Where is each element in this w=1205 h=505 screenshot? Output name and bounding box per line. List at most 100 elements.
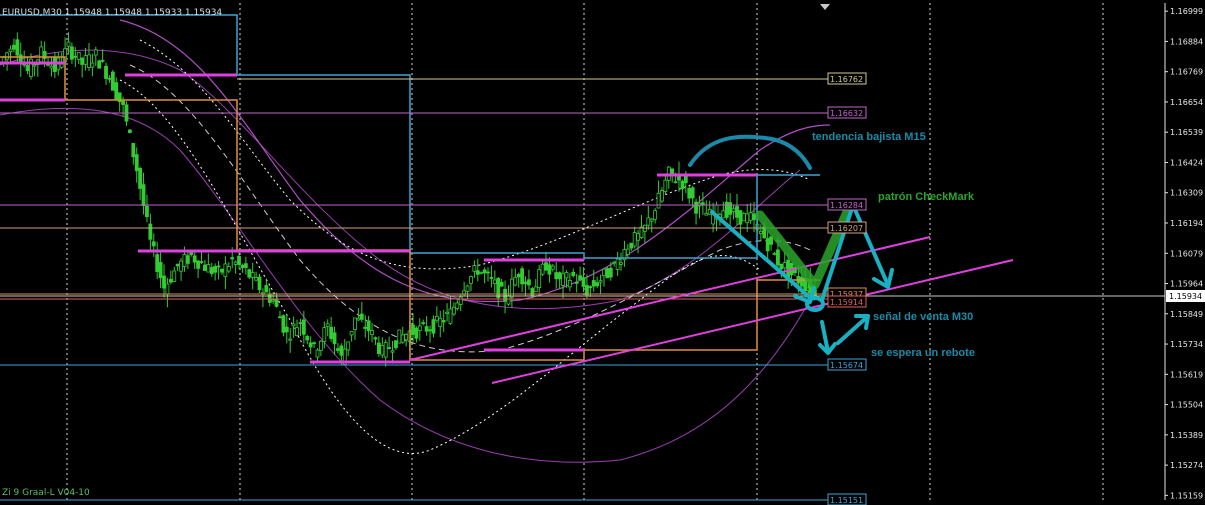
candle-body: [557, 272, 562, 280]
candle-body: [687, 188, 692, 199]
candle-body: [52, 57, 57, 72]
candle-body: [533, 286, 538, 292]
candle-body: [452, 306, 456, 315]
candle-body: [745, 213, 750, 224]
y-tick-label: 1.16539: [1170, 128, 1203, 137]
candle-body: [329, 326, 334, 339]
candle-body: [209, 267, 214, 274]
candle-body: [288, 338, 293, 341]
candle-body: [441, 320, 446, 323]
candle-body: [206, 264, 211, 273]
y-tick-label: 1.16309: [1170, 189, 1203, 198]
candle-body: [799, 276, 804, 287]
candle-body: [240, 264, 245, 269]
candle-body: [264, 285, 269, 293]
candle-body: [731, 208, 736, 213]
candle-body: [66, 41, 71, 47]
candle-body: [414, 327, 419, 339]
candle-body: [148, 223, 153, 240]
y-tick-label: 1.16884: [1170, 37, 1203, 46]
candle-body: [107, 77, 112, 80]
candle-body: [588, 286, 593, 289]
candle-body: [394, 340, 398, 349]
candle-body: [571, 271, 576, 276]
candle-body: [458, 296, 463, 306]
candle-body: [482, 269, 487, 274]
candle-body: [73, 55, 78, 58]
candle-body: [758, 230, 763, 234]
candle-body: [257, 276, 262, 291]
y-tick-label: 1.15159: [1170, 491, 1203, 500]
candle-body: [479, 271, 484, 274]
candle-body: [90, 62, 95, 68]
y-tick-label: 1.16769: [1170, 68, 1203, 77]
candle-body: [506, 295, 511, 305]
candle-body: [226, 266, 231, 272]
candle-body: [411, 324, 415, 335]
candle-body: [428, 329, 432, 332]
candle-body: [752, 213, 756, 221]
candle-body: [301, 319, 306, 335]
candle-body: [5, 52, 10, 60]
candle-body: [110, 71, 115, 91]
candle-body: [465, 285, 470, 292]
candle-body: [243, 263, 248, 268]
candle-body: [567, 280, 572, 288]
candle-body: [199, 261, 204, 264]
candle-body: [612, 261, 617, 264]
price-chart: 1.167621.166321.162841.162071.159371.159…: [0, 0, 1205, 505]
candle-body: [690, 187, 695, 199]
candle-body: [765, 238, 770, 252]
y-tick-label: 1.15504: [1170, 401, 1203, 410]
candle-body: [196, 260, 201, 269]
candle-body: [254, 277, 258, 281]
candle-body: [356, 317, 361, 321]
candle-body: [492, 279, 497, 284]
candle-body: [383, 342, 388, 358]
level-label: 1.15674: [830, 361, 863, 370]
candle-body: [291, 323, 296, 327]
candle-body: [537, 269, 542, 288]
candle-body: [741, 213, 746, 222]
y-tick-label: 1.15389: [1170, 431, 1203, 440]
candle-body: [646, 217, 651, 226]
candle-body: [486, 271, 490, 274]
candle-body: [121, 100, 125, 105]
candle-body: [274, 298, 279, 307]
candle-body: [182, 254, 187, 267]
candle-body: [165, 283, 170, 295]
candle-body: [421, 322, 426, 324]
candle-body: [636, 233, 640, 241]
candle-body: [332, 332, 337, 344]
candle-body: [400, 334, 405, 343]
candle-body: [76, 51, 81, 60]
candle-body: [271, 299, 276, 302]
y-tick-label: 1.16194: [1170, 219, 1203, 228]
candle-body: [564, 272, 569, 279]
candle-body: [32, 64, 37, 67]
candle-body: [591, 280, 596, 287]
level-label: 1.15151: [830, 496, 863, 505]
candle-body: [769, 236, 773, 245]
candle-body: [322, 327, 327, 342]
candle-body: [349, 331, 354, 336]
candle-body: [325, 323, 330, 327]
candle-body: [547, 264, 552, 275]
candle-body: [455, 302, 460, 309]
candle-body: [247, 269, 252, 278]
candle-body: [598, 280, 603, 283]
candle-body: [608, 267, 613, 278]
candle-body: [376, 342, 381, 354]
candle-body: [284, 326, 289, 333]
candle-body: [680, 180, 685, 190]
candle-body: [632, 232, 637, 247]
level-label: 1.16632: [830, 109, 863, 118]
candle-body: [131, 143, 136, 158]
candle-body: [93, 49, 98, 56]
candle-body: [404, 333, 409, 341]
candle-body: [346, 341, 351, 351]
candle-body: [605, 268, 610, 279]
candle-body: [155, 254, 160, 272]
candle-body: [523, 281, 528, 285]
candle-body: [683, 175, 688, 184]
